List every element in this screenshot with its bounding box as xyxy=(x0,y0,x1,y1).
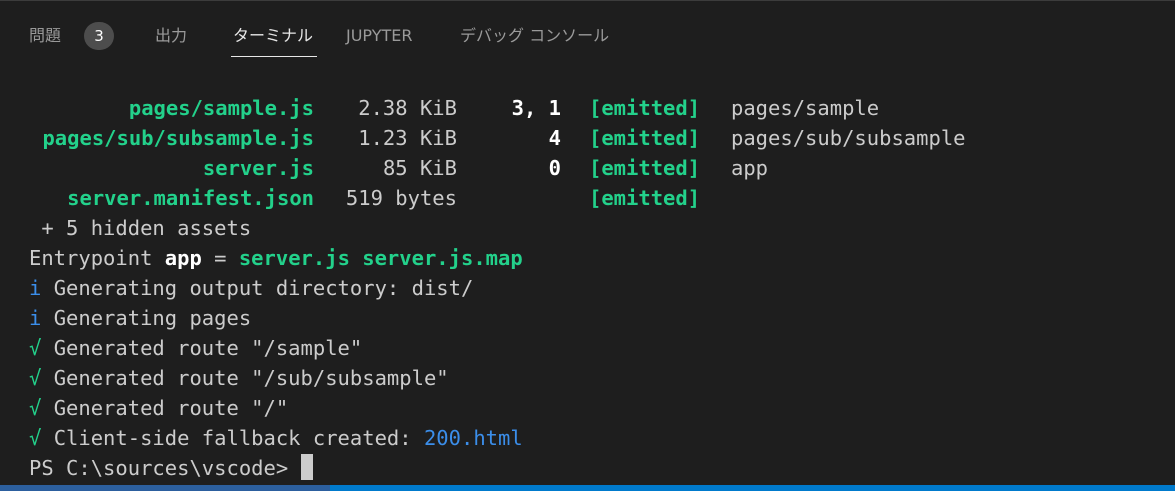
asset-row: pages/sample.js 2.38 KiB 3, 1 [emitted] … xyxy=(0,93,1175,123)
asset-status: [emitted] xyxy=(589,186,701,210)
log-line: √ Generated route "/sub/subsample" xyxy=(29,363,449,393)
asset-size: 85 KiB xyxy=(382,156,457,180)
prompt-line[interactable]: PS C:\sources\vscode> xyxy=(29,453,314,483)
terminal-output[interactable]: pages/sample.js 2.38 KiB 3, 1 [emitted] … xyxy=(0,1,1175,485)
entrypoint-name: app xyxy=(164,246,202,270)
asset-size: 2.38 KiB xyxy=(358,96,457,120)
entrypoint-files: server.js server.js.map xyxy=(238,246,523,270)
check-icon: √ xyxy=(29,426,42,450)
fallback-file-link[interactable]: 200.html xyxy=(424,426,523,450)
log-line: √ Generated route "/sample" xyxy=(29,333,362,363)
asset-name: server.js xyxy=(202,156,314,180)
status-bar-segment xyxy=(0,485,330,491)
log-text: Client-side fallback created: xyxy=(53,426,424,450)
terminal-panel: 問題 3 出力 ターミナル JUPYTER デバッグ コンソール pages/s… xyxy=(0,0,1175,491)
log-line: √ Client-side fallback created: 200.html xyxy=(29,423,523,453)
hidden-assets-line: + 5 hidden assets xyxy=(29,216,252,240)
asset-row: pages/sub/subsample.js 1.23 KiB 4 [emitt… xyxy=(0,123,1175,153)
check-icon: √ xyxy=(29,336,42,360)
asset-chunks: 3, 1 xyxy=(511,96,561,120)
asset-name: pages/sample.js xyxy=(128,96,314,120)
log-line: i Generating output directory: dist/ xyxy=(29,273,473,303)
asset-chunk-names: pages/sub/subsample xyxy=(731,126,966,150)
shell-prompt: PS C:\sources\vscode> xyxy=(29,456,289,480)
log-text: Generated route "/sub/subsample" xyxy=(53,366,449,390)
log-line: i Generating pages xyxy=(29,303,251,333)
entrypoint-prefix: Entrypoint xyxy=(29,246,165,270)
asset-name: pages/sub/subsample.js xyxy=(42,126,314,150)
asset-chunk-names: pages/sample xyxy=(731,96,880,120)
log-text: Generated route "/sample" xyxy=(53,336,363,360)
info-icon: i xyxy=(29,306,42,330)
entrypoint-equals: = xyxy=(201,246,239,270)
log-text: Generated route "/" xyxy=(53,396,289,420)
asset-status: [emitted] xyxy=(589,156,701,180)
asset-chunks: 0 xyxy=(548,156,561,180)
info-icon: i xyxy=(29,276,42,300)
status-bar xyxy=(0,485,1175,491)
asset-chunk-names: app xyxy=(731,156,769,180)
asset-name: server.manifest.json xyxy=(67,186,314,210)
check-icon: √ xyxy=(29,366,42,390)
asset-row: server.js 85 KiB 0 [emitted] app xyxy=(0,153,1175,183)
asset-status: [emitted] xyxy=(589,126,701,150)
log-line: √ Generated route "/" xyxy=(29,393,288,423)
asset-row: server.manifest.json 519 bytes [emitted] xyxy=(0,183,1175,213)
asset-size: 519 bytes xyxy=(345,186,457,210)
check-icon: √ xyxy=(29,396,42,420)
terminal-cursor xyxy=(301,454,314,480)
log-text: Generating output directory: dist/ xyxy=(53,276,474,300)
asset-status: [emitted] xyxy=(589,96,701,120)
asset-chunks: 4 xyxy=(548,126,561,150)
entrypoint-line: Entrypoint app = server.js server.js.map xyxy=(29,243,523,273)
log-text: Generating pages xyxy=(53,306,252,330)
asset-size: 1.23 KiB xyxy=(358,126,457,150)
